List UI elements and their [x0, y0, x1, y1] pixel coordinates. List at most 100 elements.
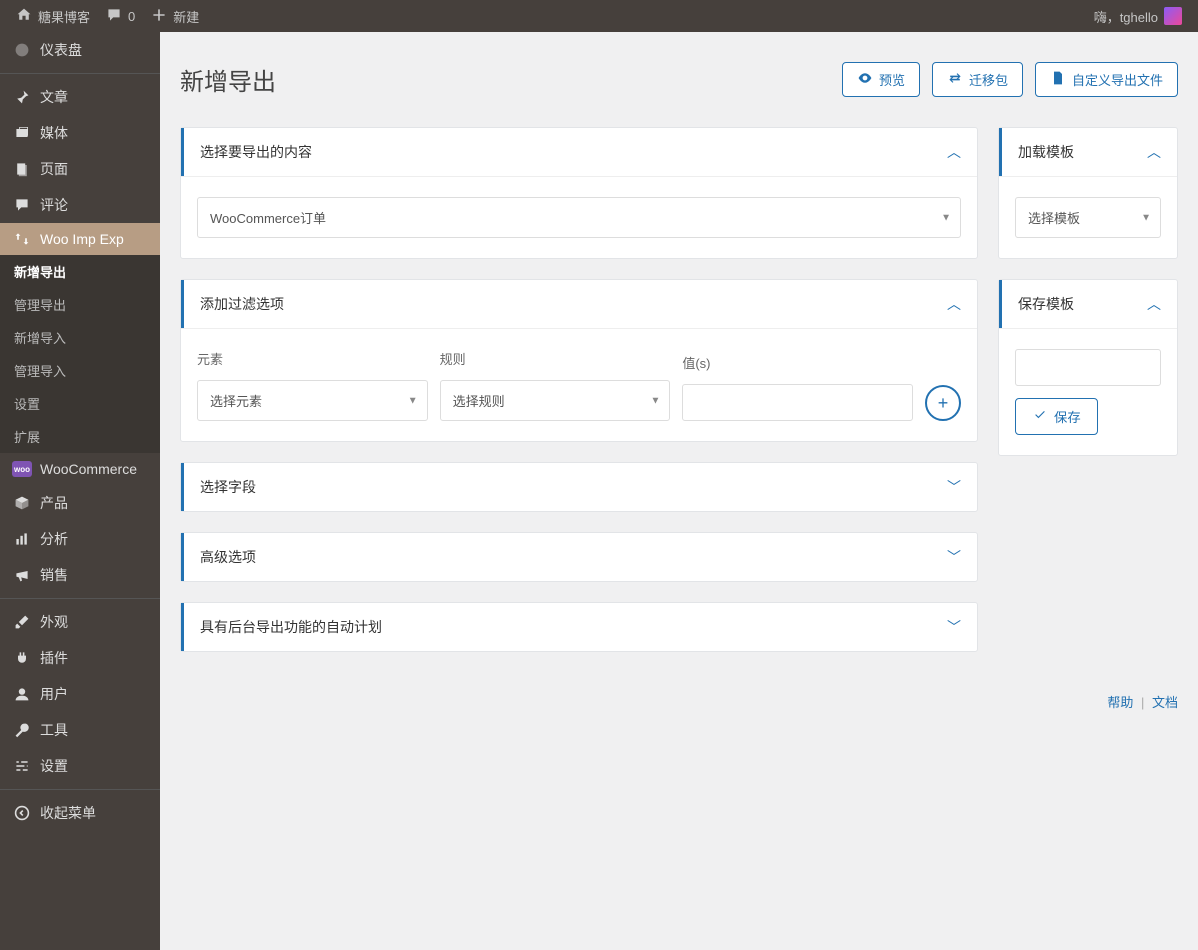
- sidebar-item-settings[interactable]: 设置: [0, 748, 160, 784]
- sidebar-item-collapse[interactable]: 收起菜单: [0, 795, 160, 831]
- comment-icon: [12, 197, 32, 213]
- panel-filter: 添加过滤选项 ︿ 元素 选择元素 ▼: [180, 279, 978, 442]
- template-name-input[interactable]: [1015, 349, 1161, 386]
- select-value: 选择模板: [1015, 197, 1161, 238]
- new-link[interactable]: 新建: [143, 7, 207, 26]
- sidebar-label-users: 用户: [40, 684, 68, 704]
- preview-button[interactable]: 预览: [842, 62, 920, 97]
- megaphone-icon: [12, 567, 32, 583]
- filter-label-rule: 规则: [440, 349, 671, 368]
- chevron-up-icon: ︿: [947, 294, 961, 314]
- caret-down-icon: ▼: [650, 395, 660, 406]
- sidebar-item-wooimpexp[interactable]: Woo Imp Exp: [0, 223, 160, 255]
- sidebar-label-plugins: 插件: [40, 648, 68, 668]
- check-icon: [1032, 407, 1048, 426]
- chevron-down-icon: ﹀: [947, 617, 961, 637]
- home-icon: [16, 7, 32, 26]
- panel-title: 选择要导出的内容: [200, 142, 312, 162]
- panel-title: 具有后台导出功能的自动计划: [200, 617, 382, 637]
- custom-file-button[interactable]: 自定义导出文件: [1035, 62, 1178, 97]
- submenu-settings[interactable]: 设置: [0, 387, 160, 420]
- media-icon: [12, 125, 32, 141]
- preview-label: 预览: [879, 70, 905, 89]
- panel-save-template: 保存模板 ︿ 保存: [998, 279, 1178, 456]
- migrate-label: 迁移包: [969, 70, 1008, 89]
- sidebar-item-tools[interactable]: 工具: [0, 712, 160, 748]
- new-label: 新建: [173, 7, 199, 26]
- plus-icon: [151, 7, 167, 26]
- sidebar-label-pages: 页面: [40, 159, 68, 179]
- sidebar-item-comments[interactable]: 评论: [0, 187, 160, 223]
- eye-icon: [857, 70, 873, 89]
- load-template-select[interactable]: 选择模板 ▼: [1015, 197, 1161, 238]
- panel-advanced: 高级选项 ﹀: [180, 532, 978, 582]
- panel-header-load-template[interactable]: 加载模板 ︿: [999, 128, 1177, 176]
- admin-sidebar: 仪表盘 文章 媒体 页面 评论 Woo Imp Exp 新增导出 管理导出 新增…: [0, 32, 160, 950]
- panel-header-auto-plan[interactable]: 具有后台导出功能的自动计划 ﹀: [181, 603, 977, 651]
- sidebar-item-dashboard[interactable]: 仪表盘: [0, 32, 160, 68]
- panel-header-fields[interactable]: 选择字段 ﹀: [181, 463, 977, 511]
- chevron-down-icon: ﹀: [947, 477, 961, 497]
- docs-link[interactable]: 文档: [1152, 695, 1178, 710]
- sidebar-label-posts: 文章: [40, 87, 68, 107]
- sidebar-label-appearance: 外观: [40, 612, 68, 632]
- product-icon: [12, 495, 32, 511]
- filter-label-element: 元素: [197, 349, 428, 368]
- sidebar-label-dashboard: 仪表盘: [40, 40, 82, 60]
- sidebar-label-collapse: 收起菜单: [40, 803, 96, 823]
- panel-fields: 选择字段 ﹀: [180, 462, 978, 512]
- custom-file-label: 自定义导出文件: [1072, 70, 1163, 89]
- chevron-up-icon: ︿: [947, 142, 961, 162]
- sidebar-item-appearance[interactable]: 外观: [0, 604, 160, 640]
- submenu-manage-import[interactable]: 管理导入: [0, 354, 160, 387]
- chevron-up-icon: ︿: [1147, 142, 1161, 162]
- import-export-icon: [12, 231, 32, 247]
- comments-count: 0: [128, 9, 135, 24]
- filter-element-select[interactable]: 选择元素 ▼: [197, 380, 428, 421]
- greeting: 嗨，tghello: [1094, 7, 1158, 26]
- sidebar-item-posts[interactable]: 文章: [0, 79, 160, 115]
- sidebar-label-marketing: 销售: [40, 565, 68, 585]
- comments-link[interactable]: 0: [98, 7, 143, 26]
- submenu-extensions[interactable]: 扩展: [0, 420, 160, 453]
- user-icon: [12, 686, 32, 702]
- panel-title: 添加过滤选项: [200, 294, 284, 314]
- migrate-button[interactable]: 迁移包: [932, 62, 1023, 97]
- panel-auto-plan: 具有后台导出功能的自动计划 ﹀: [180, 602, 978, 652]
- panel-title: 高级选项: [200, 547, 256, 567]
- sidebar-item-media[interactable]: 媒体: [0, 115, 160, 151]
- collapse-icon: [12, 805, 32, 821]
- sidebar-item-pages[interactable]: 页面: [0, 151, 160, 187]
- sidebar-item-analytics[interactable]: 分析: [0, 521, 160, 557]
- panel-header-advanced[interactable]: 高级选项 ﹀: [181, 533, 977, 581]
- sidebar-label-wooimpexp: Woo Imp Exp: [40, 231, 124, 247]
- footer-separator: |: [1141, 695, 1144, 710]
- caret-down-icon: ▼: [1141, 212, 1151, 223]
- sidebar-item-users[interactable]: 用户: [0, 676, 160, 712]
- sidebar-label-analytics: 分析: [40, 529, 68, 549]
- export-type-select[interactable]: WooCommerce订单 ▼: [197, 197, 961, 238]
- panel-select-content: 选择要导出的内容 ︿ WooCommerce订单 ▼: [180, 127, 978, 259]
- filter-rule-select[interactable]: 选择规则 ▼: [440, 380, 671, 421]
- site-link[interactable]: 糖果博客: [8, 7, 98, 26]
- sidebar-item-plugins[interactable]: 插件: [0, 640, 160, 676]
- page-icon: [12, 161, 32, 177]
- help-link[interactable]: 帮助: [1107, 695, 1133, 710]
- plus-icon: +: [938, 393, 949, 414]
- panel-header-filter[interactable]: 添加过滤选项 ︿: [181, 280, 977, 328]
- filter-value-input[interactable]: [682, 384, 913, 421]
- sidebar-item-products[interactable]: 产品: [0, 485, 160, 521]
- swap-icon: [947, 70, 963, 89]
- sidebar-item-woocommerce[interactable]: woo WooCommerce: [0, 453, 160, 485]
- save-template-button[interactable]: 保存: [1015, 398, 1098, 435]
- select-value: 选择规则: [440, 380, 671, 421]
- panel-header-select-content[interactable]: 选择要导出的内容 ︿: [181, 128, 977, 176]
- submenu-new-export[interactable]: 新增导出: [0, 255, 160, 288]
- add-filter-button[interactable]: +: [925, 385, 961, 421]
- submenu-manage-export[interactable]: 管理导出: [0, 288, 160, 321]
- submenu-new-import[interactable]: 新增导入: [0, 321, 160, 354]
- sidebar-item-marketing[interactable]: 销售: [0, 557, 160, 593]
- chevron-down-icon: ﹀: [947, 547, 961, 567]
- panel-header-save-template[interactable]: 保存模板 ︿: [999, 280, 1177, 328]
- account-link[interactable]: 嗨，tghello: [1086, 7, 1190, 26]
